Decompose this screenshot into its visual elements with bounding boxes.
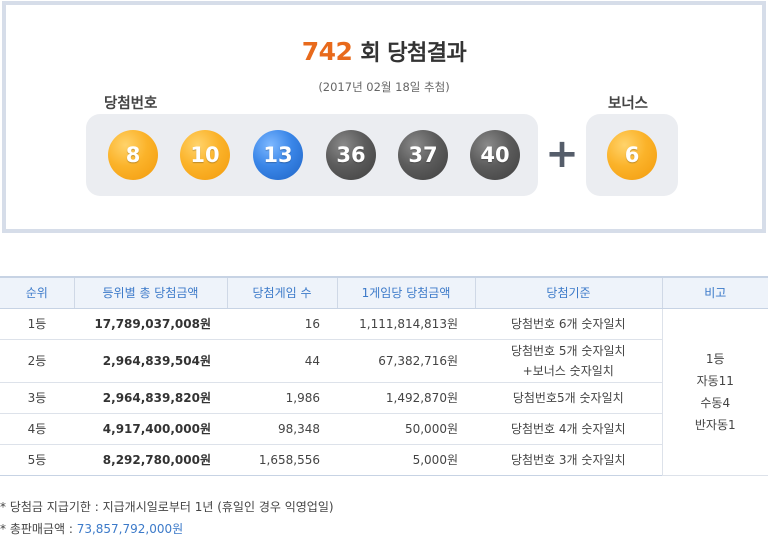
- plus-icon: +: [545, 131, 579, 177]
- table-row: 1등 17,789,037,008원 16 1,111,814,813원 당첨번…: [0, 308, 768, 476]
- rank-cell: 3등: [0, 382, 74, 414]
- rank-cell: 5등: [0, 444, 74, 476]
- winner-count-cell: 16: [227, 308, 337, 340]
- winner-count-cell: 1,986: [227, 382, 337, 414]
- note-line: 1등: [705, 351, 725, 366]
- criteria-cell: 당첨번호 4개 숫자일치: [475, 413, 662, 445]
- bonus-label: 보너스: [608, 96, 649, 112]
- winner-count-cell: 1,658,556: [227, 444, 337, 476]
- criteria-cell: 당첨번호5개 숫자일치: [475, 382, 662, 414]
- winner-count-cell: 98,348: [227, 413, 337, 445]
- total-prize-cell: 4,917,400,000원: [74, 413, 227, 445]
- lotto-ball-6: 40: [470, 130, 520, 180]
- lotto-ball-5: 37: [398, 130, 448, 180]
- rank-cell: 2등: [0, 339, 74, 383]
- total-prize-cell: 2,964,839,504원: [74, 339, 227, 383]
- table-header-row: 순위 등위별 총 당첨금액 당첨게임 수 1게임당 당첨금액 당첨기준 비고: [0, 276, 768, 309]
- criteria-cell: 당첨번호 3개 숫자일치: [475, 444, 662, 476]
- table-row: 5등 8,292,780,000원 1,658,556 5,000원 당첨번호 …: [0, 444, 768, 476]
- lotto-ball-1: 8: [108, 130, 158, 180]
- rank-cell: 1등: [0, 308, 74, 340]
- criteria-line: 당첨번호 5개 숫자일치: [510, 343, 626, 358]
- header-total-prize: 등위별 총 당첨금액: [73, 276, 227, 309]
- note-line: 반자동1: [694, 417, 736, 432]
- winning-numbers-panel: 8 10 13 36 37 40: [86, 114, 538, 196]
- prize-per-game-cell: 67,382,716원: [337, 339, 475, 383]
- note-cell: 1등 자동11 수동4 반자동1: [661, 308, 768, 476]
- prize-per-game-cell: 50,000원: [337, 413, 475, 445]
- criteria-line: +보너스 숫자일치: [522, 363, 614, 378]
- header-note: 비고: [661, 276, 768, 309]
- criteria-cell: 당첨번호 6개 숫자일치: [475, 308, 662, 340]
- total-prize-cell: 8,292,780,000원: [74, 444, 227, 476]
- criteria-cell: 당첨번호 5개 숫자일치 +보너스 숫자일치: [475, 339, 662, 383]
- lotto-ball-2: 10: [180, 130, 230, 180]
- round-title: 742 회 당첨결과: [6, 35, 762, 67]
- header-criteria: 당첨기준: [474, 276, 662, 309]
- header-rank: 순위: [0, 276, 74, 309]
- payout-deadline-note: * 당첨금 지급기한 : 지급개시일로부터 1년 (휴일인 경우 익영업일): [0, 500, 334, 514]
- lotto-ball-4: 36: [326, 130, 376, 180]
- lotto-ball-3: 13: [253, 130, 303, 180]
- prize-per-game-cell: 5,000원: [337, 444, 475, 476]
- table-row: 4등 4,917,400,000원 98,348 50,000원 당첨번호 4개…: [0, 413, 768, 445]
- note-line: 자동11: [696, 373, 734, 388]
- total-sales-value: 73,857,792,000원: [76, 522, 184, 536]
- header-prize-per-game: 1게임당 당첨금액: [336, 276, 475, 309]
- table-row: 3등 2,964,839,820원 1,986 1,492,870원 당첨번호5…: [0, 382, 768, 414]
- table-row: 2등 2,964,839,504원 44 67,382,716원 당첨번호 5개…: [0, 339, 768, 383]
- prize-table: 순위 등위별 총 당첨금액 당첨게임 수 1게임당 당첨금액 당첨기준 비고 1…: [0, 276, 768, 476]
- bonus-number-panel: 6: [586, 114, 678, 196]
- total-sales-note: * 총판매금액 : 73,857,792,000원: [0, 520, 183, 537]
- header-winner-count: 당첨게임 수: [226, 276, 337, 309]
- bonus-ball: 6: [607, 130, 657, 180]
- winner-count-cell: 44: [227, 339, 337, 383]
- rank-cell: 4등: [0, 413, 74, 445]
- prize-per-game-cell: 1,492,870원: [337, 382, 475, 414]
- total-prize-cell: 2,964,839,820원: [74, 382, 227, 414]
- total-prize-cell: 17,789,037,008원: [74, 308, 227, 340]
- note-line: 수동4: [700, 395, 731, 410]
- winning-numbers-label: 당첨번호: [104, 96, 158, 112]
- round-title-suffix: 회 당첨결과: [360, 41, 467, 66]
- prize-per-game-cell: 1,111,814,813원: [337, 308, 475, 340]
- round-number: 742: [301, 37, 353, 66]
- total-sales-label: * 총판매금액 :: [0, 522, 77, 536]
